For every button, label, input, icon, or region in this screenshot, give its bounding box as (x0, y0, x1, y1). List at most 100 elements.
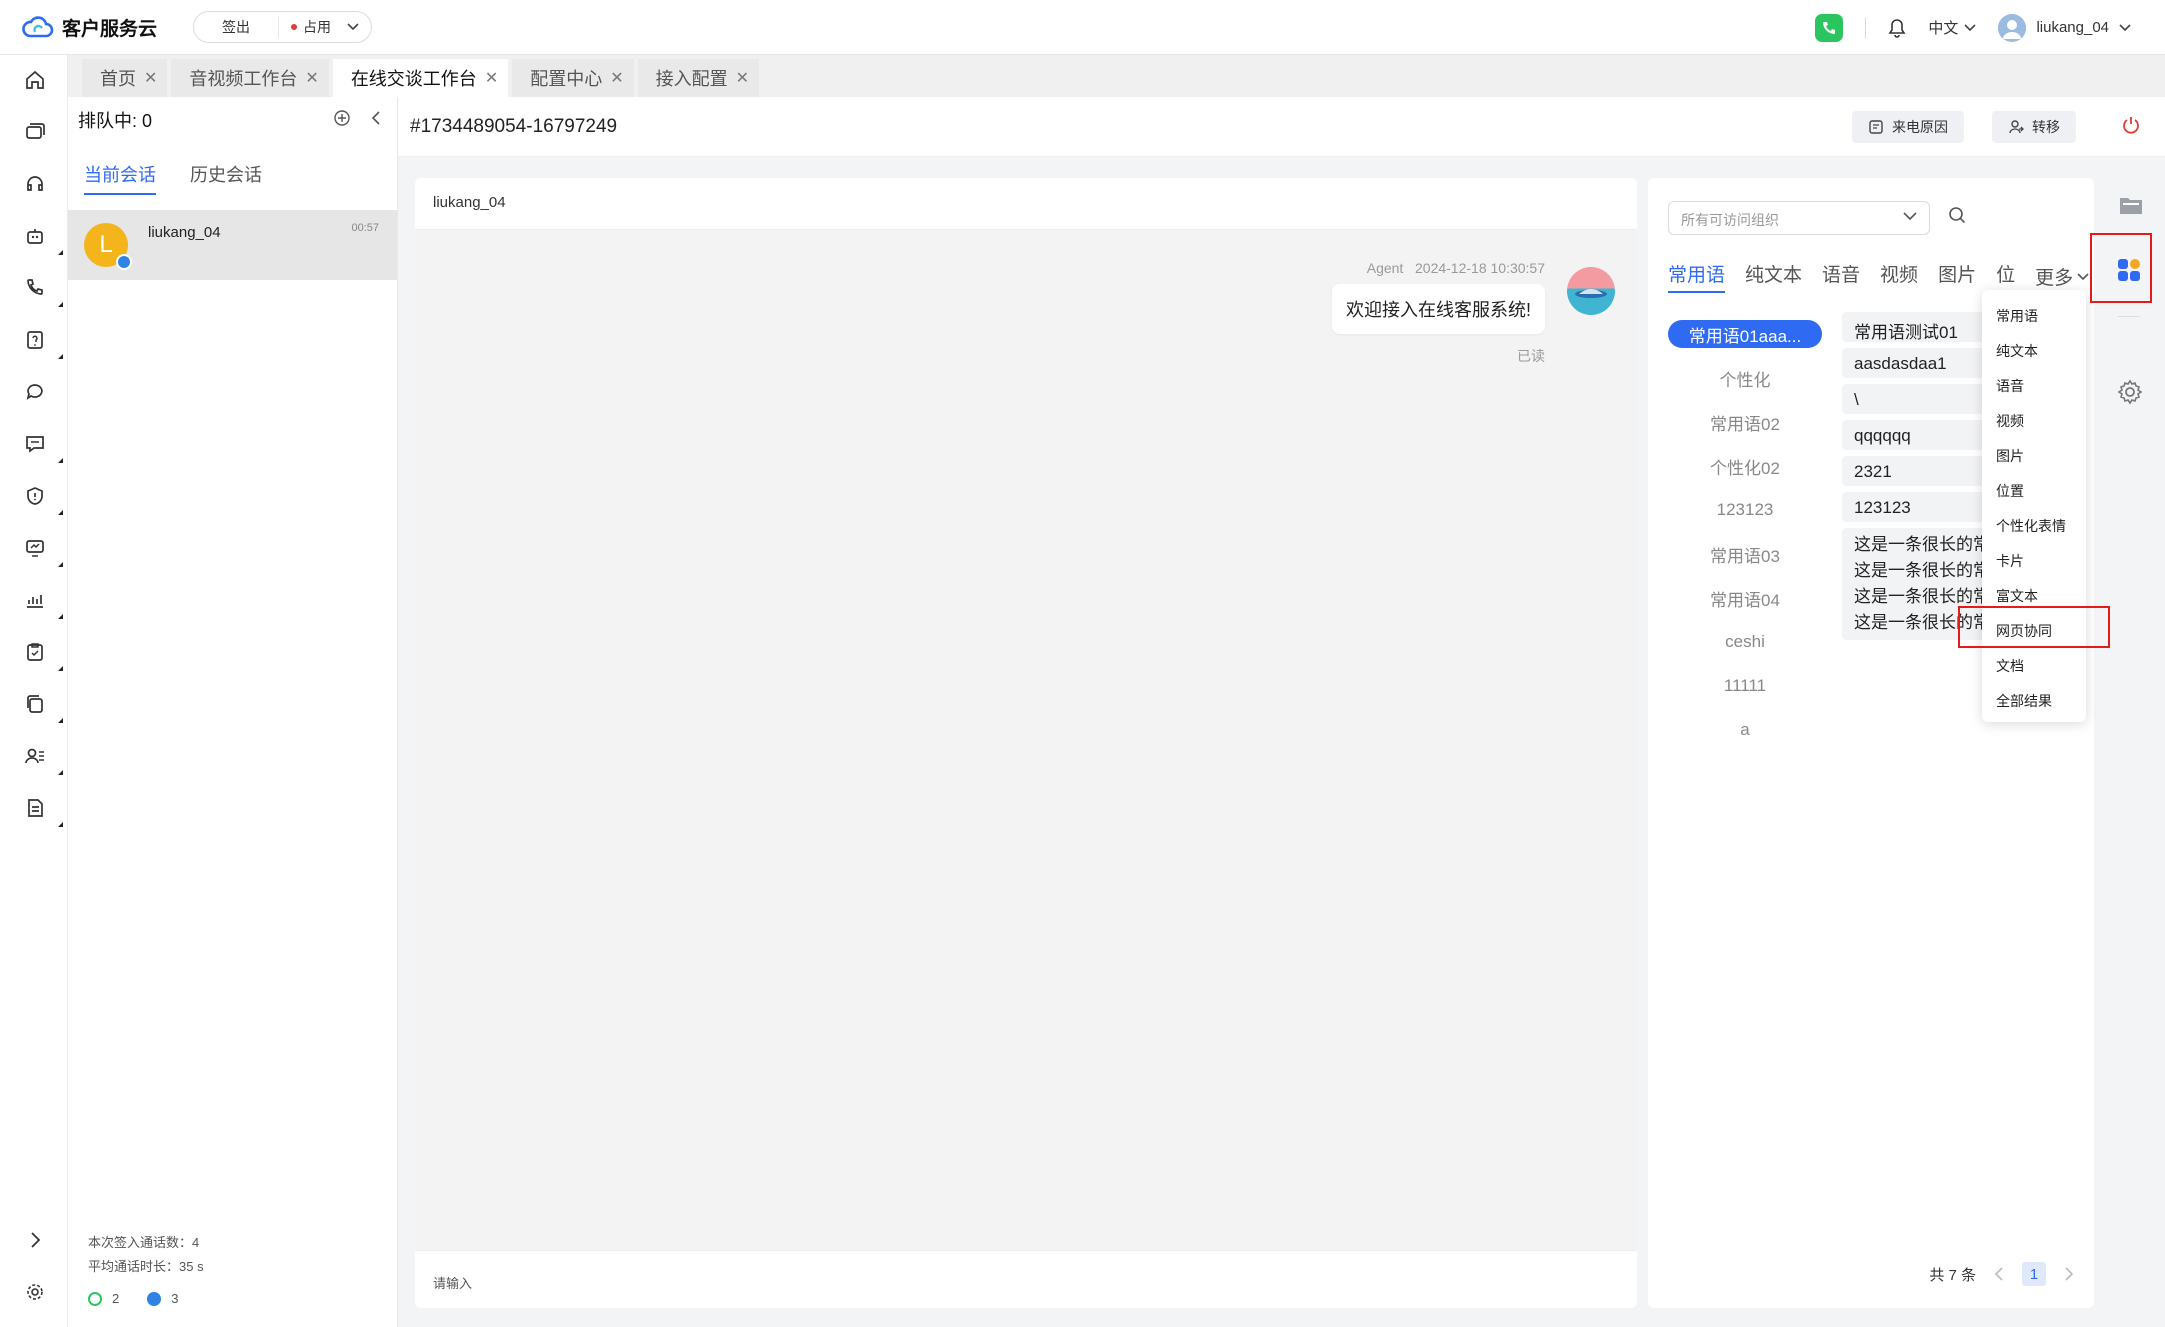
divider (2118, 316, 2140, 317)
phone-button[interactable] (1815, 13, 1844, 42)
clipboard-icon[interactable] (24, 641, 46, 663)
language-label: 中文 (1928, 20, 1959, 37)
phone-channel-icon (88, 1292, 102, 1306)
tab-plain-text[interactable]: 纯文本 (1745, 260, 1802, 293)
menu-item-location[interactable]: 位置 (1982, 473, 2086, 508)
menu-item-voice[interactable]: 语音 (1982, 368, 2086, 403)
org-select[interactable]: 所有可访问组织 (1668, 201, 1930, 235)
message-input[interactable]: 请输入 (415, 1250, 1637, 1308)
more-dropdown[interactable]: 更多 (2035, 260, 2089, 293)
help-icon[interactable] (24, 329, 46, 351)
nav-caret (58, 510, 63, 515)
shield-icon[interactable] (24, 485, 46, 507)
note-icon (1868, 119, 1884, 135)
headset-icon[interactable] (24, 173, 46, 195)
phrase-group-item[interactable]: 常用语01aaa... (1668, 320, 1822, 348)
monitor-icon[interactable] (24, 537, 46, 559)
tab-location-truncated[interactable]: 位 (1996, 260, 2015, 293)
session-tools (333, 109, 383, 127)
list-item[interactable]: L liukang_04 00:57 (68, 210, 397, 280)
nav-caret (58, 302, 63, 307)
phrase-group-item[interactable]: 常用语03 (1668, 532, 1822, 576)
message-time: 2024-12-18 10:30:57 (1415, 260, 1545, 276)
chat-cards-icon[interactable] (24, 121, 46, 143)
comment-icon[interactable] (24, 433, 46, 455)
add-icon[interactable] (333, 109, 351, 127)
tab-common-phrases[interactable]: 常用语 (1668, 260, 1726, 293)
call-reason-button[interactable]: 来电原因 (1852, 111, 1964, 143)
tab-voice[interactable]: 语音 (1822, 260, 1860, 293)
user-menu[interactable]: liukang_04 (1998, 13, 2131, 42)
tab-label: 音视频工作台 (189, 69, 298, 89)
folder-icon[interactable] (2118, 194, 2144, 216)
settings-icon[interactable] (24, 1281, 46, 1303)
signout-button[interactable]: 签出 (194, 17, 278, 37)
power-icon[interactable] (2121, 115, 2141, 135)
username: liukang_04 (2036, 19, 2109, 36)
tab-video[interactable]: 视频 (1880, 260, 1918, 293)
document-icon[interactable] (24, 797, 46, 819)
phrase-group-item[interactable]: 常用语02 (1668, 400, 1822, 444)
total-count: 共 7 条 (1929, 1266, 1976, 1284)
user-list-icon[interactable] (24, 745, 46, 767)
menu-item-common-phrases[interactable]: 常用语 (1982, 298, 2086, 333)
tab-access-config[interactable]: 接入配置 ✕ (637, 59, 760, 97)
status-dot (291, 24, 298, 30)
nav-caret (58, 718, 63, 723)
status-dropdown[interactable]: 占用 (279, 17, 371, 37)
menu-item-video[interactable]: 视频 (1982, 403, 2086, 438)
tab-online-chat-workbench[interactable]: 在线交谈工作台 ✕ (332, 59, 509, 97)
org-placeholder: 所有可访问组织 (1681, 212, 1779, 228)
chevron-right-icon[interactable] (2064, 1267, 2074, 1281)
close-icon[interactable]: ✕ (610, 68, 623, 88)
collapse-left-icon[interactable] (369, 109, 383, 127)
bell-icon[interactable] (1888, 18, 1906, 38)
home-icon[interactable] (24, 69, 46, 91)
phrase-group-item[interactable]: 11111 (1668, 664, 1822, 708)
phrase-group-item[interactable]: ceshi (1668, 620, 1822, 664)
phrase-group-item[interactable]: 123123 (1668, 488, 1822, 532)
analytics-icon[interactable] (24, 589, 46, 611)
tab-history-sessions[interactable]: 历史会话 (190, 161, 262, 195)
page-number[interactable]: 1 (2022, 1262, 2046, 1286)
phone-call-icon[interactable] (24, 277, 46, 299)
robot-icon[interactable] (24, 225, 46, 247)
tab-home[interactable]: 首页 ✕ (82, 59, 168, 97)
phrase-group-item[interactable]: 常用语04 (1668, 576, 1822, 620)
message-list: Agent 2024-12-18 10:30:57 欢迎接入在线客服系统! 已读 (415, 230, 1637, 1250)
avatar (1998, 13, 2027, 42)
close-icon[interactable]: ✕ (736, 68, 749, 88)
menu-item-plain-text[interactable]: 纯文本 (1982, 333, 2086, 368)
chevron-down-icon (2119, 23, 2131, 32)
menu-item-document[interactable]: 文档 (1982, 648, 2086, 683)
close-icon[interactable]: ✕ (144, 68, 157, 88)
tab-current-sessions[interactable]: 当前会话 (84, 161, 156, 195)
tab-image[interactable]: 图片 (1938, 260, 1976, 293)
phrase-groups: 常用语01aaa... 个性化 常用语02 个性化02 123123 常用语03… (1668, 312, 1822, 752)
language-selector[interactable]: 中文 (1928, 17, 1977, 38)
phrase-group-item[interactable]: 个性化 (1668, 356, 1822, 400)
phrase-group-item[interactable]: 个性化02 (1668, 444, 1822, 488)
settings-icon[interactable] (2116, 378, 2144, 406)
close-icon[interactable]: ✕ (485, 68, 498, 88)
message-icon[interactable] (24, 381, 46, 403)
tab-label: 首页 (100, 69, 136, 89)
phrase-group-item[interactable]: a (1668, 708, 1822, 752)
copy-icon[interactable] (24, 693, 46, 715)
transfer-button[interactable]: 转移 (1992, 111, 2076, 143)
chevron-left-icon[interactable] (1994, 1267, 2004, 1281)
button-label: 转移 (2032, 119, 2060, 135)
chevron-right-icon[interactable] (24, 1229, 46, 1251)
menu-item-card[interactable]: 卡片 (1982, 543, 2086, 578)
signin-count: 本次签入通话数：4 (88, 1235, 200, 1250)
close-icon[interactable]: ✕ (305, 68, 318, 88)
tab-av-workbench[interactable]: 音视频工作台 ✕ (171, 59, 329, 97)
menu-item-custom-emoji[interactable]: 个性化表情 (1982, 508, 2086, 543)
blue-channel-stat: 3 (147, 1287, 178, 1311)
tab-config-center[interactable]: 配置中心 ✕ (512, 59, 634, 97)
message-meta: Agent 2024-12-18 10:30:57 (1367, 260, 1545, 276)
menu-item-image[interactable]: 图片 (1982, 438, 2086, 473)
menu-item-all-results[interactable]: 全部结果 (1982, 683, 2086, 718)
search-icon[interactable] (1948, 206, 1968, 226)
avg-duration: 平均通话时长：35 s (88, 1259, 204, 1274)
